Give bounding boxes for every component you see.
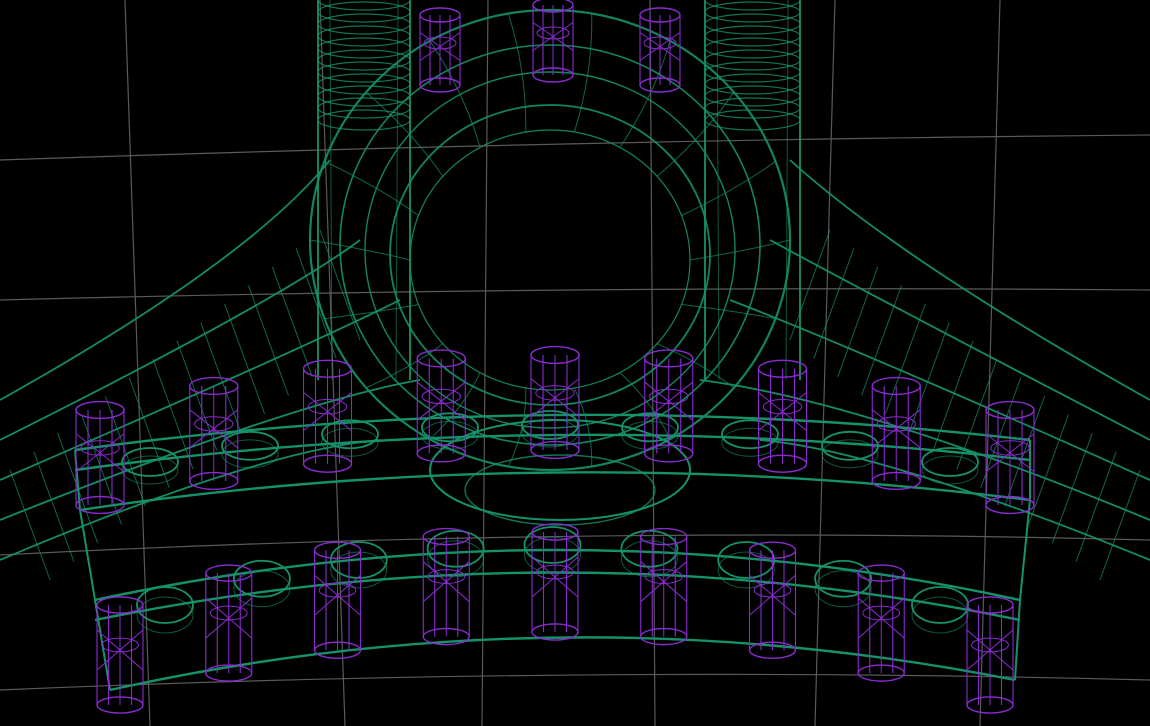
arm-rib <box>1051 432 1093 544</box>
shaft-ring <box>704 49 801 71</box>
arm-rib <box>1099 469 1141 581</box>
fastener-wireframes[interactable] <box>75 0 1035 714</box>
flange-hole[interactable] <box>620 529 679 568</box>
arm-curve <box>729 299 1150 481</box>
shaft-ring <box>704 25 801 47</box>
flange-edge <box>79 471 1031 512</box>
flange-hole-depth <box>221 439 279 469</box>
shaft-ring <box>317 37 411 59</box>
background-grid <box>0 0 1150 726</box>
shaft-ring <box>317 61 411 83</box>
flange-side <box>74 449 111 691</box>
bolt-cross <box>758 368 807 464</box>
shaft-ring <box>317 13 411 35</box>
flange-hole-depth <box>524 536 581 574</box>
bolt[interactable] <box>302 359 353 473</box>
arm-rib <box>9 469 51 581</box>
arm-rib <box>33 451 75 562</box>
flange-hole-depth <box>721 427 779 457</box>
flange-hole[interactable] <box>426 529 485 568</box>
shaft-ring <box>704 85 801 107</box>
bolt[interactable] <box>857 564 905 682</box>
ring-segment <box>324 160 419 216</box>
ring-segment <box>573 13 593 133</box>
bolt-cross <box>75 410 125 505</box>
flange-hole[interactable] <box>721 419 779 450</box>
grid-line <box>814 0 836 726</box>
bolt-cross <box>205 573 253 674</box>
ring-segment <box>429 372 481 440</box>
arm-rib <box>837 266 879 378</box>
ring-segment <box>656 91 735 177</box>
shaft-ring <box>704 37 801 59</box>
bolt-cross <box>639 15 681 85</box>
arm-rib <box>247 285 289 396</box>
arm-rib <box>224 303 266 415</box>
grid-line <box>0 134 1150 161</box>
flange-hole-depth <box>136 596 194 634</box>
shaft-ring <box>317 49 411 71</box>
arm-rib <box>1004 395 1046 507</box>
bolt-cross <box>419 15 461 85</box>
left-shaft[interactable] <box>317 0 411 381</box>
bolt-cross <box>749 550 796 651</box>
cad-viewport[interactable] <box>0 0 1150 726</box>
ring-contour <box>389 104 711 406</box>
ring-segment <box>507 13 527 133</box>
arm-curve <box>0 379 421 521</box>
bracket-wireframe[interactable] <box>0 0 1150 692</box>
flange-edge <box>74 433 1031 472</box>
grid-line <box>319 0 346 726</box>
center-boss <box>464 454 656 526</box>
bolt[interactable] <box>640 527 688 646</box>
grid-line <box>481 0 489 726</box>
bolt-cross <box>303 368 352 464</box>
bolt-cross <box>532 5 574 75</box>
shaft-ring <box>704 61 801 83</box>
bolt-cross <box>644 358 694 454</box>
flange-hole-depth <box>921 455 979 485</box>
flange-edge <box>109 636 1016 692</box>
bolt-cross <box>871 385 921 481</box>
bolt-cross <box>966 605 1014 705</box>
flange-hole-depth <box>620 540 678 578</box>
shaft-ring <box>704 1 801 23</box>
wireframe-scene[interactable] <box>0 0 1150 726</box>
side-arms[interactable] <box>0 159 1150 581</box>
arm-rib <box>789 229 831 341</box>
flange-plate[interactable] <box>74 410 1031 692</box>
arm-curve <box>0 239 361 441</box>
shaft-ring <box>704 13 801 35</box>
shaft-ring <box>317 73 411 95</box>
bolt[interactable] <box>419 7 461 93</box>
arm-rib <box>884 303 926 415</box>
ring-segment <box>365 91 444 177</box>
bolt[interactable] <box>532 0 574 83</box>
bolt[interactable] <box>871 376 921 491</box>
ring-segment <box>681 160 776 216</box>
shaft-ring <box>317 25 411 47</box>
arm-rib <box>1075 451 1117 562</box>
arm-curve <box>759 439 1150 561</box>
shaft-ring <box>317 1 411 23</box>
arm-rib <box>128 377 170 488</box>
ring-contour <box>364 71 736 429</box>
arm-curve <box>0 159 331 401</box>
flange-hole[interactable] <box>221 430 279 461</box>
bolt-cross <box>314 550 361 651</box>
bolt[interactable] <box>639 7 681 93</box>
bolt-cross <box>857 573 905 674</box>
grid-line <box>0 534 1150 556</box>
flange-hole-depth <box>911 596 969 634</box>
bolt-cross <box>531 532 579 632</box>
bolt[interactable] <box>422 527 470 646</box>
flange-hole-depth <box>427 540 485 578</box>
bolt[interactable] <box>966 596 1014 714</box>
